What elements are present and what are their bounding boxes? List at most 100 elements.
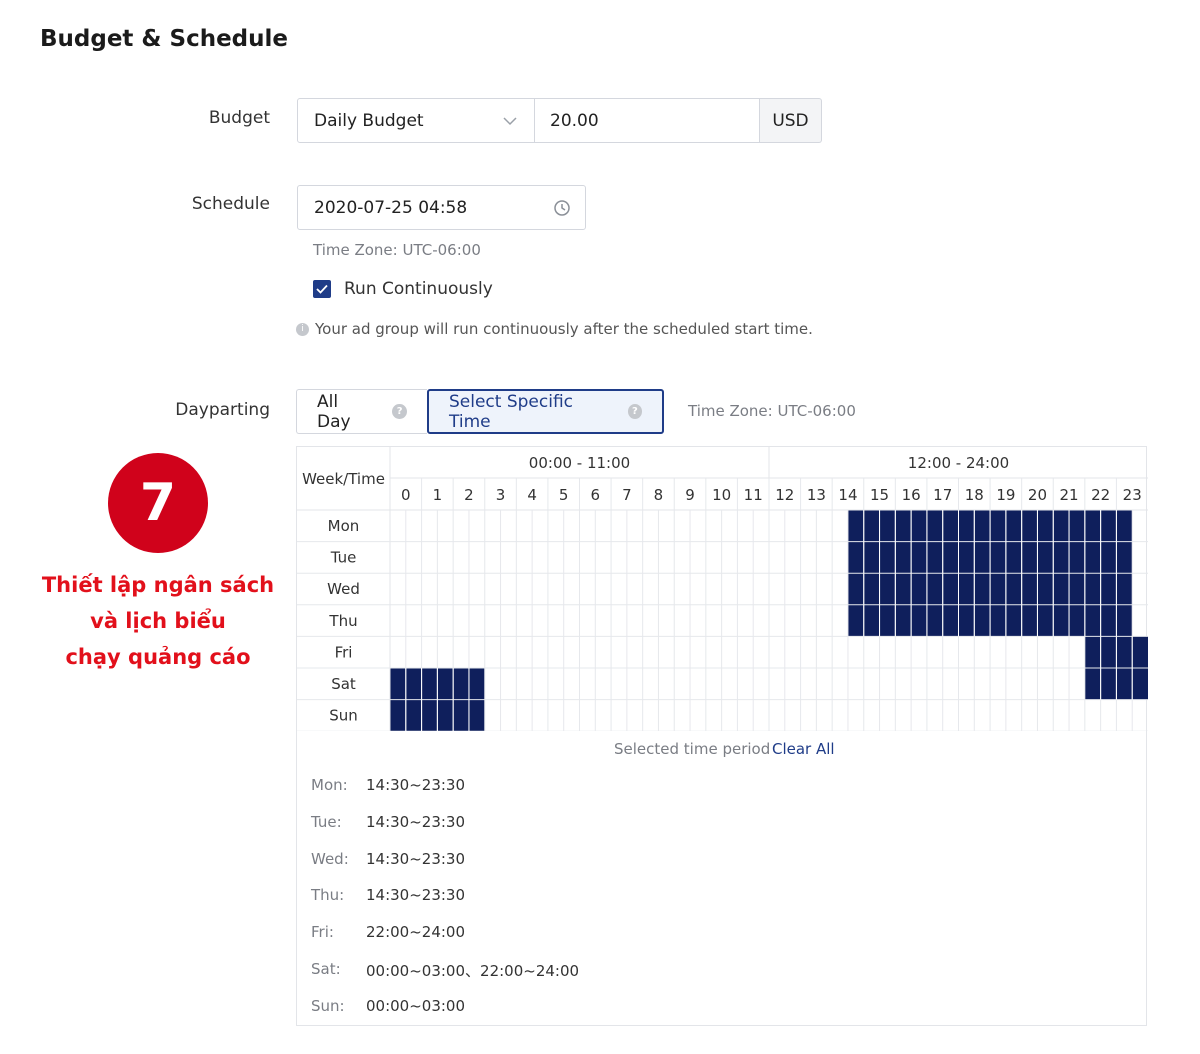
selected-time-slot[interactable] <box>1100 604 1117 637</box>
selected-time-slot[interactable] <box>958 604 975 637</box>
selected-time-slot[interactable] <box>847 573 864 605</box>
help-icon[interactable]: ? <box>627 404 642 419</box>
checkbox-checked-icon[interactable] <box>313 280 331 298</box>
selected-time-slot[interactable] <box>1005 604 1022 637</box>
selected-time-slot[interactable] <box>879 510 896 542</box>
selected-time-slot[interactable] <box>1021 573 1038 605</box>
selected-time-slot[interactable] <box>990 573 1006 605</box>
selected-time-slot[interactable] <box>421 699 438 731</box>
selected-time-slot[interactable] <box>863 541 880 574</box>
selected-time-slot[interactable] <box>405 699 422 731</box>
selected-time-slot[interactable] <box>1116 668 1133 700</box>
selected-time-slot[interactable] <box>1132 668 1148 700</box>
selected-time-slot[interactable] <box>1100 541 1117 574</box>
dayparting-grid[interactable]: Week/Time00:00 - 11:00 12:00 - 24:000 1 2 3 4… <box>297 447 1148 731</box>
selected-time-slot[interactable] <box>911 573 927 605</box>
selected-time-slot[interactable] <box>958 573 975 605</box>
selected-time-slot[interactable] <box>879 604 896 637</box>
selected-time-slot[interactable] <box>1005 510 1022 542</box>
selected-time-slot[interactable] <box>911 510 927 542</box>
selected-time-slot[interactable] <box>1005 573 1022 605</box>
selected-time-slot[interactable] <box>453 699 469 731</box>
selected-time-slot[interactable] <box>1084 510 1101 542</box>
selected-time-slot[interactable] <box>1116 604 1133 637</box>
selected-time-slot[interactable] <box>974 541 991 574</box>
selected-time-slot[interactable] <box>942 510 959 542</box>
budget-type-select[interactable]: Daily Budget <box>297 98 535 143</box>
budget-amount-input[interactable]: 20.00 <box>535 98 760 143</box>
selected-time-slot[interactable] <box>1037 510 1054 542</box>
schedule-start-input[interactable]: 2020-07-25 04:58 <box>297 185 586 230</box>
selected-time-slot[interactable] <box>942 541 959 574</box>
selected-time-slot[interactable] <box>974 573 991 605</box>
selected-time-slot[interactable] <box>1100 573 1117 605</box>
selected-time-slot[interactable] <box>1037 541 1054 574</box>
selected-time-slot[interactable] <box>1069 573 1085 605</box>
selected-time-slot[interactable] <box>974 604 991 637</box>
selected-time-slot[interactable] <box>847 541 864 574</box>
run-continuously-checkbox[interactable]: Run Continuously <box>313 279 493 299</box>
selected-time-slot[interactable] <box>942 604 959 637</box>
selected-time-slot[interactable] <box>405 668 422 700</box>
selected-time-slot[interactable] <box>1021 604 1038 637</box>
selected-time-slot[interactable] <box>1037 573 1054 605</box>
selected-time-slot[interactable] <box>1021 541 1038 574</box>
selected-time-slot[interactable] <box>453 668 469 700</box>
selected-time-slot[interactable] <box>1084 604 1101 637</box>
selected-time-slot[interactable] <box>1069 510 1085 542</box>
selected-time-slot[interactable] <box>926 510 943 542</box>
selected-time-slot[interactable] <box>847 510 864 542</box>
selected-time-slot[interactable] <box>468 668 485 700</box>
selected-time-slot[interactable] <box>1116 510 1133 542</box>
selected-time-slot[interactable] <box>863 510 880 542</box>
selected-time-slot[interactable] <box>1069 604 1085 637</box>
selected-time-slot[interactable] <box>990 604 1006 637</box>
selected-time-slot[interactable] <box>895 510 912 542</box>
selected-time-slot[interactable] <box>942 573 959 605</box>
selected-time-slot[interactable] <box>1100 636 1117 668</box>
selected-time-slot[interactable] <box>1053 510 1070 542</box>
all-day-option[interactable]: All Day ? <box>296 389 427 434</box>
help-icon[interactable]: ? <box>392 404 407 419</box>
selected-time-slot[interactable] <box>990 541 1006 574</box>
selected-time-slot[interactable] <box>437 699 454 731</box>
selected-time-slot[interactable] <box>1116 636 1133 668</box>
selected-time-slot[interactable] <box>1084 541 1101 574</box>
selected-time-slot[interactable] <box>863 604 880 637</box>
selected-time-slot[interactable] <box>1005 541 1022 574</box>
selected-time-slot[interactable] <box>911 604 927 637</box>
selected-time-slot[interactable] <box>1069 541 1085 574</box>
selected-time-slot[interactable] <box>974 510 991 542</box>
selected-time-slot[interactable] <box>1132 636 1148 668</box>
selected-time-slot[interactable] <box>926 604 943 637</box>
selected-time-slot[interactable] <box>390 668 406 700</box>
selected-time-slot[interactable] <box>926 541 943 574</box>
clear-all-link[interactable]: Clear All <box>772 740 835 758</box>
selected-time-slot[interactable] <box>958 510 975 542</box>
selected-time-slot[interactable] <box>1053 604 1070 637</box>
selected-time-slot[interactable] <box>1037 604 1054 637</box>
selected-time-slot[interactable] <box>879 541 896 574</box>
selected-time-slot[interactable] <box>879 573 896 605</box>
selected-time-slot[interactable] <box>1100 668 1117 700</box>
select-specific-time-option[interactable]: Select Specific Time ? <box>427 389 664 434</box>
selected-time-slot[interactable] <box>1116 541 1133 574</box>
selected-time-slot[interactable] <box>847 604 864 637</box>
selected-time-slot[interactable] <box>895 604 912 637</box>
selected-time-slot[interactable] <box>421 668 438 700</box>
selected-time-slot[interactable] <box>895 541 912 574</box>
selected-time-slot[interactable] <box>468 699 485 731</box>
selected-time-slot[interactable] <box>1021 510 1038 542</box>
selected-time-slot[interactable] <box>437 668 454 700</box>
selected-time-slot[interactable] <box>958 541 975 574</box>
selected-time-slot[interactable] <box>1084 636 1101 668</box>
selected-time-slot[interactable] <box>1053 573 1070 605</box>
selected-time-slot[interactable] <box>1116 573 1133 605</box>
selected-time-slot[interactable] <box>1100 510 1117 542</box>
selected-time-slot[interactable] <box>1084 573 1101 605</box>
selected-time-slot[interactable] <box>911 541 927 574</box>
selected-time-slot[interactable] <box>990 510 1006 542</box>
selected-time-slot[interactable] <box>1084 668 1101 700</box>
selected-time-slot[interactable] <box>390 699 406 731</box>
selected-time-slot[interactable] <box>895 573 912 605</box>
